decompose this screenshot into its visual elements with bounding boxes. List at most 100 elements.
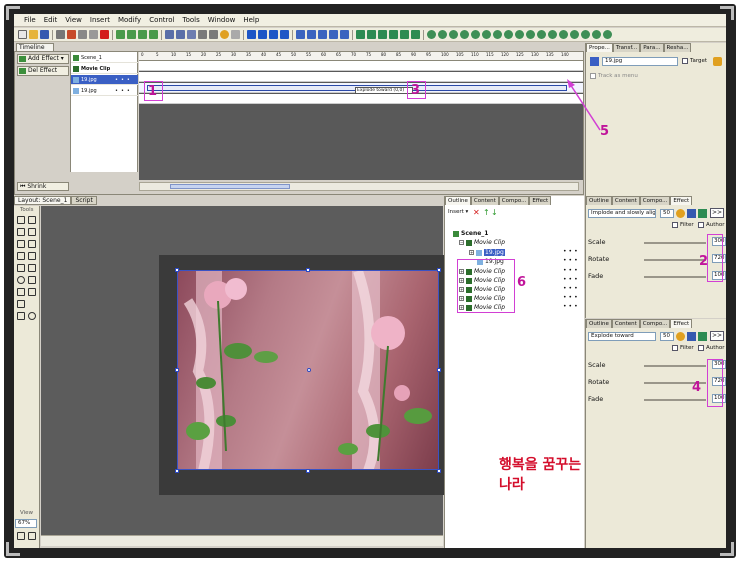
effect-preset-select[interactable]: Implode and slowly align xyxy=(588,209,656,218)
insert-button-icon[interactable] xyxy=(378,30,387,39)
prev-frame-icon[interactable] xyxy=(307,30,316,39)
resize-handle[interactable] xyxy=(175,268,179,272)
collapse-icon[interactable]: − xyxy=(459,240,464,245)
author-checkbox[interactable] xyxy=(698,222,704,228)
action-icon[interactable] xyxy=(713,57,722,66)
layer-image[interactable]: 19.jpg ••• xyxy=(71,86,138,96)
paste-icon[interactable] xyxy=(89,30,98,39)
track-image-selected[interactable]: Explode toward (0,0) xyxy=(139,83,583,94)
resize-handle[interactable] xyxy=(437,268,441,272)
scroll-thumb[interactable] xyxy=(170,184,290,189)
pen-tool-icon[interactable] xyxy=(17,264,25,272)
stop-icon[interactable] xyxy=(247,30,256,39)
tab-content[interactable]: Content xyxy=(611,319,640,328)
frames-field[interactable]: 50 xyxy=(660,332,674,341)
delete-icon[interactable]: ✕ xyxy=(473,208,480,217)
menu-view[interactable]: View xyxy=(65,16,82,24)
timeline-tab[interactable]: Timeline xyxy=(16,43,54,51)
insert-shape-icon[interactable] xyxy=(400,30,409,39)
effect-j-icon[interactable] xyxy=(526,30,535,39)
effect-tool-icon[interactable] xyxy=(698,209,707,218)
new-file-icon[interactable] xyxy=(18,30,27,39)
effect-clip-bar[interactable]: Explode toward (0,0) xyxy=(147,85,567,94)
author-checkbox[interactable] xyxy=(698,345,704,351)
apply-icon[interactable] xyxy=(676,332,685,341)
transform-icon[interactable] xyxy=(198,30,207,39)
add-effect-button[interactable]: Add Effect ▾ xyxy=(17,54,69,64)
tab-effect[interactable]: Effect xyxy=(670,196,693,205)
track-movie-clip[interactable] xyxy=(139,72,583,82)
effect-p-icon[interactable] xyxy=(592,30,601,39)
tab-properties[interactable]: Prope... xyxy=(586,43,613,52)
tab-content[interactable]: Content xyxy=(611,196,640,205)
effect-a-icon[interactable] xyxy=(427,30,436,39)
insert-clip-icon[interactable] xyxy=(367,30,376,39)
insert-dropdown[interactable]: Insert ▾ xyxy=(448,209,468,215)
effect-tool-icon[interactable] xyxy=(698,332,707,341)
center-point[interactable] xyxy=(307,368,311,372)
line-tool-icon[interactable] xyxy=(17,252,25,260)
tab-reshape[interactable]: Resha... xyxy=(663,43,692,52)
menu-window[interactable]: Window xyxy=(208,16,236,24)
play-icon[interactable] xyxy=(258,30,267,39)
tab-effect[interactable]: Effect xyxy=(529,196,552,205)
track-image[interactable] xyxy=(139,94,583,104)
ellipse-tool-icon[interactable] xyxy=(17,276,25,284)
save-effect-icon[interactable] xyxy=(687,209,696,218)
tab-components[interactable]: Compo... xyxy=(498,196,530,205)
rotate-slider[interactable] xyxy=(644,259,706,261)
filter-checkbox[interactable] xyxy=(672,222,678,228)
send-back-icon[interactable] xyxy=(149,30,158,39)
track-scene[interactable] xyxy=(139,61,583,71)
tree-item-selected[interactable]: +19.jpg xyxy=(469,249,505,257)
timeline-scrollbar[interactable] xyxy=(139,182,579,191)
layer-scene[interactable]: Scene_1 xyxy=(71,53,138,63)
resize-handle[interactable] xyxy=(306,469,310,473)
expand-button[interactable]: >> xyxy=(710,331,724,341)
open-folder-icon[interactable] xyxy=(29,30,38,39)
hand-tool-icon[interactable] xyxy=(17,312,25,320)
preview-icon[interactable] xyxy=(56,30,65,39)
zoom-tool-icon[interactable] xyxy=(28,312,36,320)
move-up-icon[interactable]: ↑ xyxy=(483,208,490,217)
menu-control[interactable]: Control xyxy=(149,16,174,24)
zoom-in-icon[interactable] xyxy=(17,532,25,540)
filter-checkbox[interactable] xyxy=(672,345,678,351)
tree-movie-clip[interactable]: − Movie Clip xyxy=(459,239,505,247)
resize-handle[interactable] xyxy=(175,368,179,372)
tab-components[interactable]: Compo... xyxy=(639,196,671,205)
polygon-tool-icon[interactable] xyxy=(28,288,36,296)
tree-scene[interactable]: Scene_1 xyxy=(453,230,488,238)
bring-front-icon[interactable] xyxy=(138,30,147,39)
layout-stage[interactable] xyxy=(41,206,444,535)
effect-i-icon[interactable] xyxy=(515,30,524,39)
save-icon[interactable] xyxy=(40,30,49,39)
stage-scrollbar[interactable] xyxy=(41,535,443,546)
cut-icon[interactable] xyxy=(67,30,76,39)
effect-q-icon[interactable] xyxy=(603,30,612,39)
effect-f-icon[interactable] xyxy=(482,30,491,39)
move-down-icon[interactable] xyxy=(127,30,136,39)
subselect-tool-icon[interactable] xyxy=(28,216,36,224)
name-field[interactable]: 19.jpg xyxy=(602,57,678,66)
effect-preset-select[interactable]: Explode toward xyxy=(588,332,656,341)
track-area[interactable]: Explode toward (0,0) xyxy=(139,61,583,180)
resize-handle[interactable] xyxy=(437,469,441,473)
shrink-button[interactable]: ⏮ Shrink xyxy=(17,182,69,191)
apply-icon[interactable] xyxy=(676,209,685,218)
script-icon[interactable] xyxy=(231,30,240,39)
menu-tools[interactable]: Tools xyxy=(183,16,200,24)
text-tool-icon[interactable] xyxy=(28,264,36,272)
effect-l-icon[interactable] xyxy=(548,30,557,39)
effect-m-icon[interactable] xyxy=(559,30,568,39)
star-tool-icon[interactable] xyxy=(17,288,25,296)
effect-g-icon[interactable] xyxy=(493,30,502,39)
effect-b-icon[interactable] xyxy=(438,30,447,39)
last-frame-icon[interactable] xyxy=(329,30,338,39)
menu-modify[interactable]: Modify xyxy=(118,16,141,24)
menu-insert[interactable]: Insert xyxy=(90,16,110,24)
frame-ruler[interactable]: 0 5 10 15 20 25 30 35 40 45 50 55 60 65 70 75 80 85 90 95 10… xyxy=(139,52,583,61)
layer-movie-clip[interactable]: Movie Clip xyxy=(71,64,138,74)
menu-edit[interactable]: Edit xyxy=(44,16,58,24)
rectangle-tool-icon[interactable] xyxy=(28,276,36,284)
